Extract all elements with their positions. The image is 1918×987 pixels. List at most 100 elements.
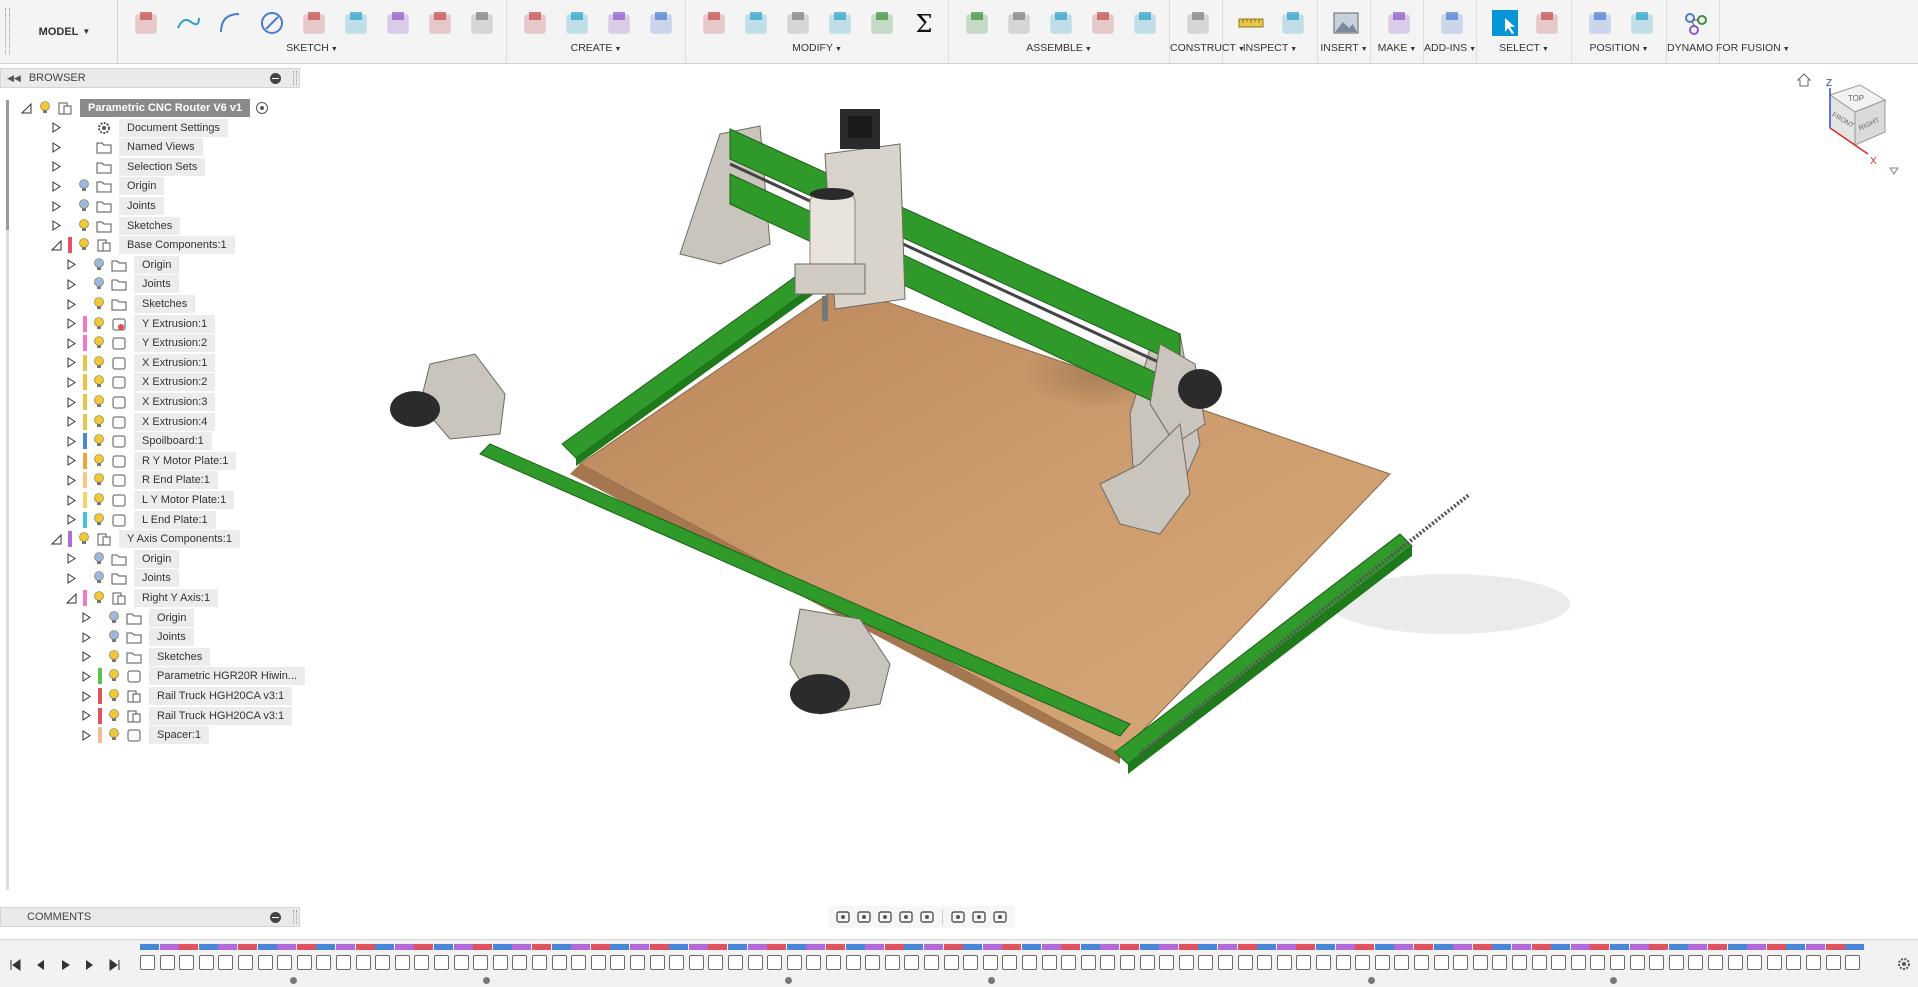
timeline-strip[interactable] [140, 944, 1870, 984]
browser-node[interactable]: Origin [65, 255, 180, 275]
browser-node-label[interactable]: X Extrusion:2 [134, 373, 216, 392]
browser-node-label[interactable]: Y Extrusion:1 [134, 314, 216, 333]
browser-node[interactable]: Joints [80, 627, 194, 647]
timeline-feature[interactable] [1668, 944, 1688, 970]
zoom-window-icon[interactable] [897, 908, 915, 926]
expanded-triangle-icon[interactable] [20, 102, 32, 114]
timeline-feature[interactable] [492, 944, 512, 970]
timeline-feature[interactable] [1453, 944, 1473, 970]
browser-node-label[interactable]: X Extrusion:3 [134, 393, 216, 411]
browser-node[interactable]: Right Y Axis:1 [65, 588, 219, 608]
expand-triangle-icon[interactable] [80, 612, 92, 624]
shell-icon[interactable] [780, 5, 816, 41]
new-component-assemble-icon[interactable] [959, 5, 995, 41]
timeline-feature[interactable] [845, 944, 865, 970]
timeline-feature[interactable] [1845, 944, 1865, 970]
browser-node-label[interactable]: Named Views [119, 138, 203, 157]
timeline-feature[interactable] [826, 944, 845, 970]
timeline-feature[interactable] [904, 944, 924, 970]
timeline-feature[interactable] [1394, 944, 1414, 970]
fillet-icon[interactable] [738, 5, 774, 41]
timeline-feature[interactable] [532, 944, 551, 970]
timeline-feature[interactable] [924, 944, 943, 970]
minimize-panel-icon[interactable] [270, 73, 281, 84]
expand-triangle-icon[interactable] [50, 161, 62, 173]
cnc-router-model[interactable] [300, 64, 1918, 904]
right-rear-y-motor[interactable] [1178, 369, 1222, 409]
browser-node[interactable]: Spacer:1 [80, 725, 210, 745]
browser-node-label[interactable]: R Y Motor Plate:1 [134, 451, 237, 470]
home-icon[interactable] [1796, 73, 1812, 87]
timeline-feature[interactable] [1512, 944, 1531, 970]
front-y-motor[interactable] [790, 674, 850, 714]
parameters-sigma-icon[interactable]: Σ [906, 5, 942, 41]
toolbar-group-label-inspect[interactable]: INSPECT ▼ [1223, 42, 1317, 54]
timeline-feature[interactable] [630, 944, 649, 970]
expanded-triangle-icon[interactable] [50, 533, 62, 545]
view-cube[interactable]: TOP FRONT RIGHT Z X [1790, 70, 1900, 190]
browser-node-label[interactable]: Rail Truck HGH20CA v3:1 [149, 706, 293, 725]
timeline-feature[interactable] [1374, 944, 1394, 970]
timeline-feature[interactable] [336, 944, 355, 970]
visibility-bulb-icon[interactable] [92, 355, 106, 371]
browser-node-label[interactable]: Y Extrusion:2 [134, 334, 216, 353]
expand-triangle-icon[interactable] [80, 729, 92, 741]
measure-icon[interactable] [1233, 5, 1269, 41]
timeline-feature[interactable] [1022, 944, 1041, 970]
expand-triangle-icon[interactable] [65, 278, 77, 290]
scripts-icon[interactable] [1434, 5, 1470, 41]
display-settings-icon[interactable] [949, 908, 967, 926]
viewcube-menu-icon[interactable] [1889, 167, 1899, 175]
browser-node-label[interactable]: Base Components:1 [119, 236, 235, 255]
expand-triangle-icon[interactable] [50, 180, 62, 192]
visibility-bulb-icon[interactable] [92, 453, 106, 469]
expand-triangle-icon[interactable] [80, 710, 92, 722]
browser-node-label[interactable]: X Extrusion:4 [134, 412, 216, 431]
expand-triangle-icon[interactable] [65, 514, 77, 526]
browser-node[interactable]: Named Views [50, 137, 203, 157]
finish-sketch-icon[interactable] [464, 5, 500, 41]
browser-node-label[interactable]: Sketches [119, 216, 181, 235]
browser-node-label[interactable]: Origin [134, 549, 180, 568]
browser-node-label[interactable]: Origin [119, 177, 165, 196]
browser-node[interactable]: X Extrusion:3 [65, 392, 216, 412]
expand-triangle-icon[interactable] [65, 435, 77, 447]
timeline-feature[interactable] [257, 944, 277, 970]
timeline-feature[interactable] [1492, 944, 1512, 970]
grid-icon[interactable] [970, 908, 988, 926]
timeline-feature[interactable] [1766, 944, 1786, 970]
timeline-feature[interactable] [414, 944, 434, 970]
browser-node[interactable]: Rail Truck HGH20CA v3:1 [80, 686, 293, 706]
browser-node[interactable]: Sketches [50, 216, 181, 236]
collapse-panel-icon[interactable]: ◀◀ [7, 73, 21, 84]
toolbar-group-label-construct[interactable]: CONSTRUCT ▼ [1170, 42, 1245, 54]
browser-node[interactable]: X Extrusion:1 [65, 353, 216, 373]
timeline-feature[interactable] [1610, 944, 1629, 970]
toolbar-group-label-insert[interactable]: INSERT ▼ [1318, 42, 1370, 54]
timeline-marker[interactable] [290, 977, 297, 984]
visibility-bulb-icon[interactable] [92, 433, 106, 449]
visibility-bulb-icon[interactable] [92, 472, 106, 488]
spindle[interactable] [809, 193, 856, 275]
rectangle-icon[interactable] [422, 5, 458, 41]
browser-node[interactable]: Joints [65, 568, 179, 588]
browser-node[interactable]: Selection Sets [50, 157, 206, 177]
expand-triangle-icon[interactable] [80, 690, 92, 702]
left-y-motor[interactable] [390, 391, 440, 427]
timeline-feature[interactable] [806, 944, 826, 970]
timeline-feature[interactable] [1002, 944, 1022, 970]
timeline-feature[interactable] [1080, 944, 1100, 970]
expand-triangle-icon[interactable] [50, 200, 62, 212]
visibility-bulb-icon[interactable] [77, 237, 91, 253]
browser-node-label[interactable]: Right Y Axis:1 [134, 589, 219, 607]
timeline-feature[interactable] [747, 944, 767, 970]
look-at-icon[interactable] [855, 908, 873, 926]
timeline-feature[interactable] [512, 944, 532, 970]
visibility-bulb-icon[interactable] [92, 335, 106, 351]
toolbar-group-label-make[interactable]: MAKE ▼ [1371, 42, 1423, 54]
browser-node-label[interactable]: Sketches [149, 647, 211, 666]
step-forward-icon[interactable] [81, 956, 99, 974]
add-comment-icon[interactable] [270, 912, 281, 923]
insert-image-icon[interactable] [1328, 5, 1364, 41]
browser-node-label[interactable]: Y Axis Components:1 [119, 530, 240, 549]
